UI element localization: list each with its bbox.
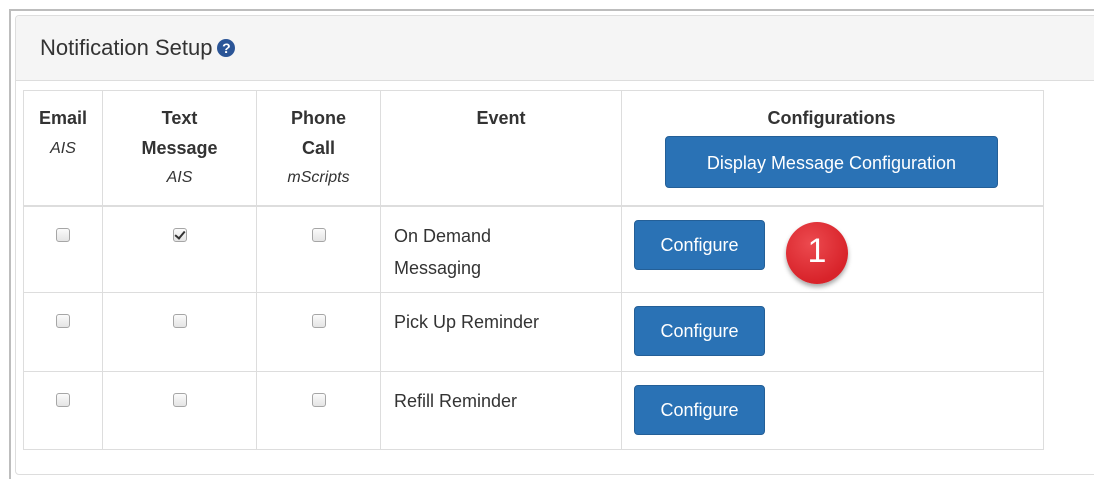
column-header-provider: mScripts <box>287 169 350 186</box>
table-header-row: Email AIS Text Message AIS Phone Call mS… <box>23 90 1044 207</box>
phone-call-cell <box>256 205 381 293</box>
display-message-configuration-button[interactable]: Display Message Configuration <box>665 136 998 188</box>
phone-call-checkbox[interactable] <box>311 314 326 328</box>
step-marker-badge: 1 <box>786 222 848 284</box>
column-header-event: Event <box>380 90 622 207</box>
panel-title-text: Notification Setup <box>40 35 213 60</box>
notification-table: Email AIS Text Message AIS Phone Call mS… <box>23 90 1044 450</box>
text-message-cell <box>102 205 257 293</box>
event-name: On Demand Messaging <box>380 205 622 293</box>
table-row: Pick Up Reminder Configure <box>23 292 1044 372</box>
column-header-provider: AIS <box>166 169 193 186</box>
email-checkbox[interactable] <box>56 227 70 242</box>
configure-cell: Configure <box>621 371 1044 450</box>
email-cell <box>23 292 103 372</box>
column-header-phone-call: Phone Call mScripts <box>256 90 381 207</box>
configure-cell: Configure <box>621 292 1044 372</box>
column-header-label: Configurations <box>767 108 896 128</box>
text-message-checkbox[interactable] <box>172 314 187 328</box>
text-message-checkbox[interactable] <box>172 227 187 242</box>
phone-call-cell <box>256 292 381 372</box>
phone-call-cell <box>256 371 381 450</box>
column-header-provider: AIS <box>50 140 76 157</box>
phone-call-checkbox[interactable] <box>311 393 326 407</box>
text-message-cell <box>102 371 257 450</box>
event-name: Pick Up Reminder <box>380 292 622 372</box>
email-cell <box>23 205 103 293</box>
column-header-label: Phone Call <box>290 108 346 158</box>
panel-heading: Notification Setup? <box>16 16 1094 81</box>
email-checkbox[interactable] <box>56 314 70 328</box>
column-header-email: Email AIS <box>23 90 103 207</box>
question-circle-icon[interactable]: ? <box>217 39 236 57</box>
email-cell <box>23 371 103 450</box>
column-header-label: Text Message <box>141 108 218 158</box>
column-header-configurations: Configurations Display Message Configura… <box>621 90 1044 207</box>
column-header-label: Email <box>38 108 88 128</box>
table-row: On Demand Messaging Configure <box>23 205 1044 293</box>
text-message-checkbox[interactable] <box>172 393 187 407</box>
email-checkbox[interactable] <box>56 393 70 407</box>
column-header-label: Event <box>476 108 526 128</box>
configure-button[interactable]: Configure <box>634 385 765 435</box>
panel-title: Notification Setup? <box>40 35 236 61</box>
configure-button[interactable]: Configure <box>634 219 765 270</box>
phone-call-checkbox[interactable] <box>311 227 326 242</box>
configure-button[interactable]: Configure <box>634 306 765 356</box>
table-row: Refill Reminder Configure <box>23 371 1044 450</box>
event-name: Refill Reminder <box>380 371 622 450</box>
column-header-text-message: Text Message AIS <box>102 90 257 207</box>
text-message-cell <box>102 292 257 372</box>
